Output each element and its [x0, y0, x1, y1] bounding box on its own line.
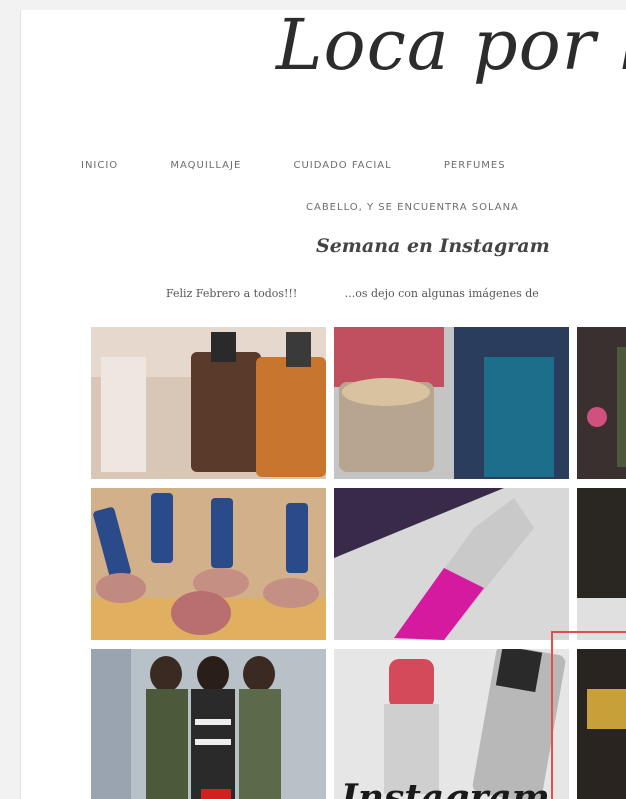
post-title: Semana en Instagram [316, 235, 550, 257]
gallery-photo-friends-group[interactable] [91, 649, 326, 799]
nav-item-cuidado-facial[interactable]: CUIDADO FACIAL [293, 160, 391, 171]
gallery-photo-partial-1[interactable] [577, 327, 626, 479]
highlight-box [551, 631, 626, 799]
blog-title[interactable]: Loca por l [276, 10, 626, 86]
post-intro: Feliz Febrero a todos!!! ...os dejo con … [166, 287, 583, 300]
instagram-overlay-label: Instagram [341, 777, 550, 799]
post-intro-left: Feliz Febrero a todos!!! [166, 287, 298, 300]
blog-page: Loca por l INICIO MAQUILLAJE CUIDADO FAC… [20, 10, 626, 799]
gallery-photo-pink-lipgloss[interactable] [334, 488, 569, 640]
nav-row-secondary[interactable]: CABELLO, Y SE ENCUENTRA SOLANA [306, 202, 519, 213]
nav-item-inicio[interactable]: INICIO [81, 160, 118, 171]
gallery-photo-compact-powder[interactable] [334, 327, 569, 479]
main-navigation: INICIO MAQUILLAJE CUIDADO FACIAL PERFUME… [81, 160, 554, 171]
instagram-gallery: Instagram [91, 327, 626, 799]
gallery-photo-perfume-bottles[interactable] [91, 327, 326, 479]
gallery-photo-partial-2[interactable] [577, 488, 626, 640]
nav-item-perfumes[interactable]: PERFUMES [444, 160, 506, 171]
nav-item-maquillaje[interactable]: MAQUILLAJE [170, 160, 241, 171]
post-intro-right: ...os dejo con algunas imágenes de [344, 287, 539, 300]
gallery-photo-nail-polish[interactable] [91, 488, 326, 640]
